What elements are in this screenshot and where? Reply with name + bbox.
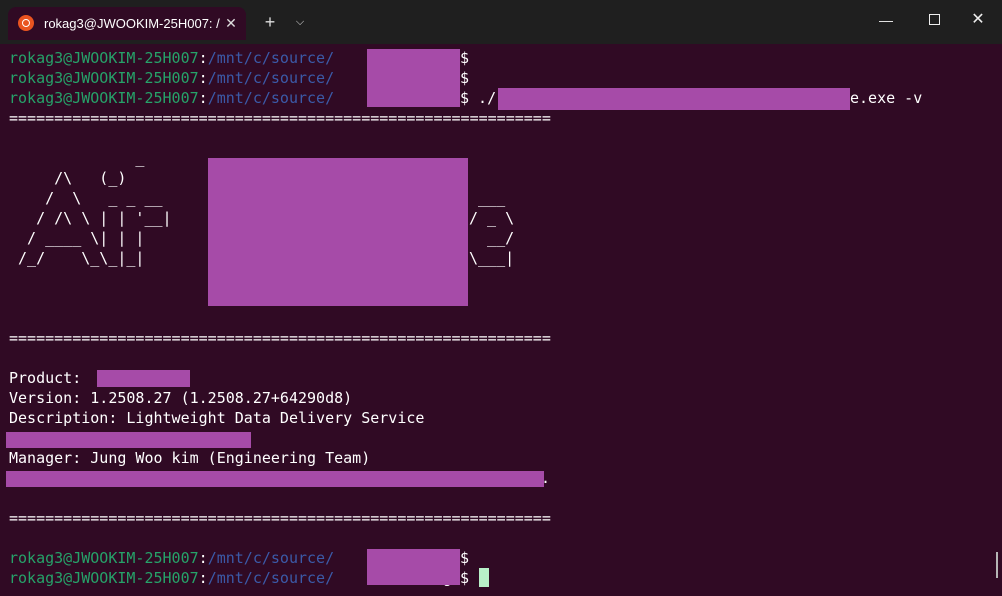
new-tab-button[interactable]: + [260,12,280,32]
ascii-art-line: / _ \ [469,209,515,227]
prompt-dollar: $ [460,49,470,67]
scrollbar[interactable] [996,552,998,578]
ascii-art-line: / \ _ _ __ [9,189,163,207]
terminal-window: rokag3@JWOOKIM-25H007: / ✕ + ⌵ — ✕ rokag… [0,0,1002,596]
prompt-line: rokag3@JWOOKIM-25H007:/mnt/c/source/ [9,69,335,87]
prompt-dollar: $ [460,69,470,87]
redaction-block [6,471,544,487]
redaction-block [208,158,468,306]
ascii-art-line: /\ (_) [9,169,127,187]
command-line: $ ./ [460,89,497,107]
ascii-art-line: __/ [469,229,515,247]
terminal-tab[interactable]: rokag3@JWOOKIM-25H007: / ✕ [8,7,246,40]
maximize-button[interactable] [920,8,948,32]
close-window-button[interactable]: ✕ [964,8,992,32]
text-cursor [479,568,489,587]
separator-line: ========================================… [9,509,551,527]
separator-line: ========================================… [9,329,551,347]
prompt-dollar: $ [460,569,470,587]
ascii-art-line: _ [9,149,145,167]
ascii-art-line: ___ [469,189,506,207]
tab-close-icon[interactable]: ✕ [221,13,241,33]
maximize-icon [928,14,940,26]
redaction-block [367,49,460,107]
ascii-art-line: / ____ \| | | [9,229,145,247]
ascii-art-line: \___| [469,249,515,267]
manager-line: Manager: Jung Woo kim (Engineering Team) [9,449,371,467]
command-suffix: e.exe -v [850,89,923,107]
redaction-block [498,88,850,110]
prompt-line: rokag3@JWOOKIM-25H007:/mnt/c/source/ [9,549,335,567]
description-line: Description: Lightweight Data Delivery S… [9,409,425,427]
separator-line: ========================================… [9,109,551,127]
prompt-dollar: $ [460,549,470,567]
minimize-button[interactable]: — [872,8,900,32]
redaction-block [367,549,460,585]
title-bar: rokag3@JWOOKIM-25H007: / ✕ + ⌵ — ✕ [0,0,1002,44]
prompt-line: rokag3@JWOOKIM-25H007:/mnt/c/source/ [9,89,335,107]
redaction-block [6,432,251,448]
tab-title: rokag3@JWOOKIM-25H007: / [44,16,220,31]
ascii-art-line: / /\ \ | | '__| [9,209,172,227]
prompt-line: rokag3@JWOOKIM-25H007:/mnt/c/source/ [9,569,335,587]
version-line: Version: 1.2508.27 (1.2508.27+64290d8) [9,389,353,407]
ubuntu-icon [18,15,34,31]
redaction-block [97,370,190,387]
tab-dropdown-icon[interactable]: ⌵ [292,12,308,32]
terminal-output[interactable]: rokag3@JWOOKIM-25H007:/mnt/c/source/ $ r… [0,44,1002,596]
product-line: Product: [9,369,91,387]
prompt-line: rokag3@JWOOKIM-25H007:/mnt/c/source/ [9,49,335,67]
ascii-art-line: /_/ \_\_|_| [9,249,145,267]
